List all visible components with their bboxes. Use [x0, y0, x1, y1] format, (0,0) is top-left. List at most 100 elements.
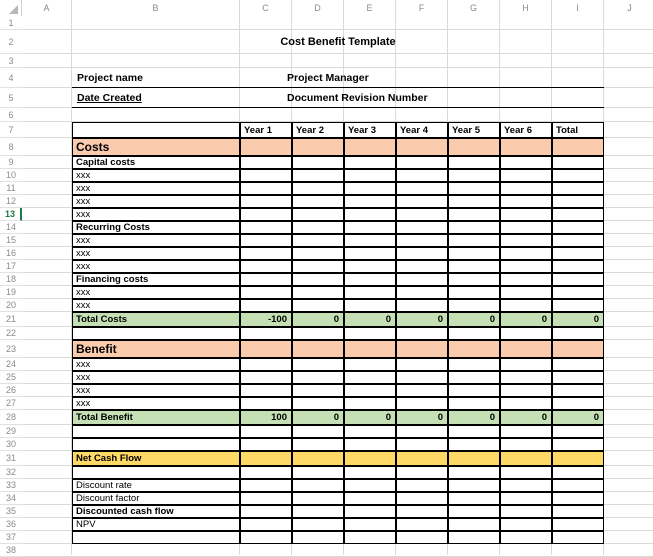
cell-financing-costs-year2[interactable] [292, 273, 344, 286]
cell-net-cash-flow-total[interactable] [552, 451, 604, 466]
cell-blank-year5[interactable] [448, 425, 500, 438]
cell-total-costs-year5[interactable]: 0 [448, 312, 500, 327]
cell-xxx-year1[interactable] [240, 299, 292, 312]
row-header-16[interactable]: 16 [0, 247, 22, 260]
cell-xxx-year1[interactable] [240, 384, 292, 397]
cell-npv-year1[interactable] [240, 518, 292, 531]
cell-xxx-year4[interactable] [396, 247, 448, 260]
cell-capital-costs-year2[interactable] [292, 156, 344, 169]
cell-xxx-year2[interactable] [292, 182, 344, 195]
cell-blank-year2[interactable] [292, 327, 344, 340]
cell-xxx-year2[interactable] [292, 247, 344, 260]
cell-xxx-year6[interactable] [500, 260, 552, 273]
cell-discounted-cash-flow-year4[interactable] [396, 505, 448, 518]
cell-blank-year3[interactable] [344, 466, 396, 479]
cell-xxx-year3[interactable] [344, 260, 396, 273]
row-label-blank[interactable] [72, 327, 240, 340]
cell-recurring-costs-total[interactable] [552, 221, 604, 234]
cell-recurring-costs-year5[interactable] [448, 221, 500, 234]
cell-xxx-year5[interactable] [448, 358, 500, 371]
cell-xxx-total[interactable] [552, 195, 604, 208]
cell-blank-year5[interactable] [448, 466, 500, 479]
cell-npv-year3[interactable] [344, 518, 396, 531]
cell-financing-costs-year6[interactable] [500, 273, 552, 286]
row-header-12[interactable]: 12 [0, 195, 22, 208]
cell-net-cash-flow-year4[interactable] [396, 451, 448, 466]
column-header-h[interactable]: H [500, 0, 552, 16]
cell-xxx-total[interactable] [552, 397, 604, 410]
cell-financing-costs-year3[interactable] [344, 273, 396, 286]
cell-xxx-year6[interactable] [500, 299, 552, 312]
cell-capital-costs-year3[interactable] [344, 156, 396, 169]
cell-discount-factor-year5[interactable] [448, 492, 500, 505]
cell-discounted-cash-flow-year3[interactable] [344, 505, 396, 518]
row-header-14[interactable]: 14 [0, 221, 22, 234]
column-header-e[interactable]: E [344, 0, 396, 16]
cell-blank-year5[interactable] [448, 438, 500, 451]
cell-blank-year5[interactable] [448, 531, 500, 544]
select-all-corner[interactable] [0, 0, 22, 16]
row-header-7[interactable]: 7 [0, 122, 22, 138]
row-header-gutter[interactable]: 1 2 3 4 5 6 7 8 9 10 11 12 13 14 15 16 17 18 19 20 21 22 23 24 2… [0, 16, 22, 557]
cell-blank-total[interactable] [552, 425, 604, 438]
row-header-30[interactable]: 30 [0, 438, 22, 451]
cell-costs-year6[interactable] [500, 138, 552, 156]
cell-xxx-year5[interactable] [448, 247, 500, 260]
cell-discount-factor-total[interactable] [552, 492, 604, 505]
cell-discount-factor-year2[interactable] [292, 492, 344, 505]
cell-xxx-year1[interactable] [240, 371, 292, 384]
row-label-xxx[interactable]: xxx [72, 260, 240, 273]
cell-xxx-year1[interactable] [240, 208, 292, 221]
row-header-11[interactable]: 11 [0, 182, 22, 195]
column-header-a[interactable]: A [22, 0, 72, 16]
cell-npv-year2[interactable] [292, 518, 344, 531]
cell-blank-year2[interactable] [292, 531, 344, 544]
cell-blank-year4[interactable] [396, 466, 448, 479]
cell-capital-costs-total[interactable] [552, 156, 604, 169]
cell-benefit-year6[interactable] [500, 340, 552, 358]
column-header-b[interactable]: B [72, 0, 240, 16]
cell-benefit-year2[interactable] [292, 340, 344, 358]
cell-xxx-year4[interactable] [396, 182, 448, 195]
cell-xxx-year3[interactable] [344, 371, 396, 384]
row-label-xxx[interactable]: xxx [72, 247, 240, 260]
cell-total-benefit-year3[interactable]: 0 [344, 410, 396, 425]
column-header-c[interactable]: C [240, 0, 292, 16]
cell-total-costs-total[interactable]: 0 [552, 312, 604, 327]
cell-total-costs-year2[interactable]: 0 [292, 312, 344, 327]
cell-benefit-year5[interactable] [448, 340, 500, 358]
cell-xxx-year4[interactable] [396, 397, 448, 410]
cell-xxx-year6[interactable] [500, 384, 552, 397]
cell-npv-year5[interactable] [448, 518, 500, 531]
cell-xxx-year1[interactable] [240, 169, 292, 182]
cell-xxx-year5[interactable] [448, 169, 500, 182]
cell-blank-year1[interactable] [240, 327, 292, 340]
cell-discount-rate-total[interactable] [552, 479, 604, 492]
cell-total-benefit-total[interactable]: 0 [552, 410, 604, 425]
cell-xxx-year3[interactable] [344, 299, 396, 312]
cell-xxx-year2[interactable] [292, 286, 344, 299]
cell-financing-costs-year1[interactable] [240, 273, 292, 286]
cell-xxx-total[interactable] [552, 247, 604, 260]
cell-xxx-total[interactable] [552, 234, 604, 247]
cell-costs-year2[interactable] [292, 138, 344, 156]
cell-xxx-total[interactable] [552, 384, 604, 397]
column-title-year-2[interactable]: Year 2 [292, 122, 344, 138]
cell-blank-year2[interactable] [292, 466, 344, 479]
row-label-xxx[interactable]: xxx [72, 358, 240, 371]
cell-blank-year6[interactable] [500, 531, 552, 544]
cell-discount-factor-year3[interactable] [344, 492, 396, 505]
cell-xxx-year4[interactable] [396, 169, 448, 182]
row-header-22[interactable]: 22 [0, 327, 22, 340]
cell-xxx-year2[interactable] [292, 234, 344, 247]
cell-xxx-year6[interactable] [500, 182, 552, 195]
row-header-35[interactable]: 35 [0, 505, 22, 518]
cell-xxx-year5[interactable] [448, 286, 500, 299]
cell-recurring-costs-year1[interactable] [240, 221, 292, 234]
cell-blank-total[interactable] [552, 327, 604, 340]
cell-npv-year6[interactable] [500, 518, 552, 531]
row-header-20[interactable]: 20 [0, 299, 22, 312]
cell-blank-year2[interactable] [292, 438, 344, 451]
row-header-37[interactable]: 37 [0, 531, 22, 544]
cell-net-cash-flow-year6[interactable] [500, 451, 552, 466]
